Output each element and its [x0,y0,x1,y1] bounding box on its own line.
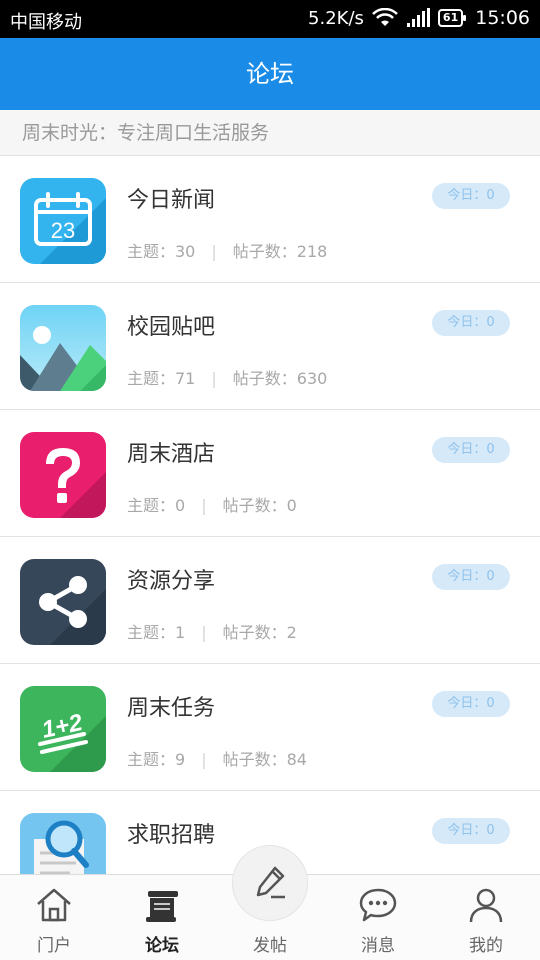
post-count: 帖子数：630 [232,369,328,388]
topic-count: 主题：1 [127,623,186,642]
nav-post[interactable]: 发帖 [216,845,324,960]
battery-icon: 61 [437,9,467,27]
nav-messages[interactable]: 消息 [324,875,432,960]
status-right: 5.2K/s 61 15:06 [308,7,530,29]
post-count: 帖子数：84 [222,750,307,769]
post-count: 帖子数：218 [232,242,328,261]
today-badge: 今日：0 [432,818,510,844]
bottom-nav: 门户 论坛 发帖 消息 我的 [0,845,540,960]
stats-divider: | [201,496,207,515]
stats-divider: | [211,369,217,388]
nav-label: 门户 [37,936,71,956]
landscape-icon [20,305,106,391]
calendar-icon: 23 [20,178,106,264]
forum-item-hotel[interactable]: 周末酒店 主题：0 | 帖子数：0 今日：0 [0,410,540,537]
page-title: 论坛 [246,60,294,88]
nav-profile[interactable]: 我的 [432,875,540,960]
forum-item-tasks[interactable]: 1+2 周末任务 主题：9 | 帖子数：84 今日：0 [0,664,540,791]
site-slogan: 周末时光：专注周口生活服务 [0,110,540,156]
topic-count: 主题：71 [127,369,196,388]
forum-item-resources[interactable]: 资源分享 主题：1 | 帖子数：2 今日：0 [0,537,540,664]
pencil-icon [256,866,285,899]
document-search-icon [20,813,106,874]
nav-label: 发帖 [253,936,287,956]
nav-label: 消息 [361,936,395,956]
svg-text:23: 23 [51,218,75,243]
forum-stats: 主题：30 | 帖子数：218 [127,238,327,262]
forum-name: 周末酒店 [127,442,216,467]
forum-list: 23 今日新闻 主题：30 | 帖子数：218 今日：0 校园贴吧 主题：71 … [0,156,540,874]
forum-stats: 主题：9 | 帖子数：84 [127,746,307,770]
post-count: 帖子数：0 [222,496,297,515]
status-bar: 中国移动 5.2K/s 61 15:06 [0,0,540,38]
signal-icon [406,8,430,27]
stats-divider: | [201,750,207,769]
forum-name: 周末任务 [127,696,216,721]
topic-count: 主题：0 [127,496,186,515]
today-badge: 今日：0 [432,310,510,336]
clock: 15:06 [475,7,530,29]
forum-stats: 主题：0 | 帖子数：0 [127,492,297,516]
nav-portal[interactable]: 门户 [0,875,108,960]
forum-stats: 主题：71 | 帖子数：630 [127,365,327,389]
question-icon [20,432,106,518]
stats-divider: | [201,623,207,642]
wifi-icon [372,8,398,26]
nav-label: 我的 [469,936,503,956]
share-icon [20,559,106,645]
nav-forum[interactable]: 论坛 [108,875,216,960]
forum-name: 今日新闻 [127,188,216,213]
today-badge: 今日：0 [432,564,510,590]
forum-icon [146,891,178,922]
post-button-circle[interactable] [232,845,308,921]
forum-name: 校园贴吧 [127,315,216,340]
nav-label: 论坛 [145,936,179,956]
stats-divider: | [211,242,217,261]
network-speed: 5.2K/s [308,7,364,29]
forum-item-campus[interactable]: 校园贴吧 主题：71 | 帖子数：630 今日：0 [0,283,540,410]
post-count: 帖子数：2 [222,623,297,642]
forum-name: 资源分享 [127,569,216,594]
today-badge: 今日：0 [432,437,510,463]
forum-stats: 主题：1 | 帖子数：2 [127,619,297,643]
carrier-name: 中国移动 [10,12,82,33]
topic-count: 主题：30 [127,242,196,261]
math-icon: 1+2 [20,686,106,772]
topic-count: 主题：9 [127,750,186,769]
home-icon [37,888,71,922]
user-icon [469,888,503,923]
chat-bubble-icon [359,888,397,922]
today-badge: 今日：0 [432,691,510,717]
forum-name: 求职招聘 [127,823,216,848]
title-bar: 论坛 [0,38,540,110]
today-badge: 今日：0 [432,183,510,209]
forum-item-news[interactable]: 23 今日新闻 主题：30 | 帖子数：218 今日：0 [0,156,540,283]
